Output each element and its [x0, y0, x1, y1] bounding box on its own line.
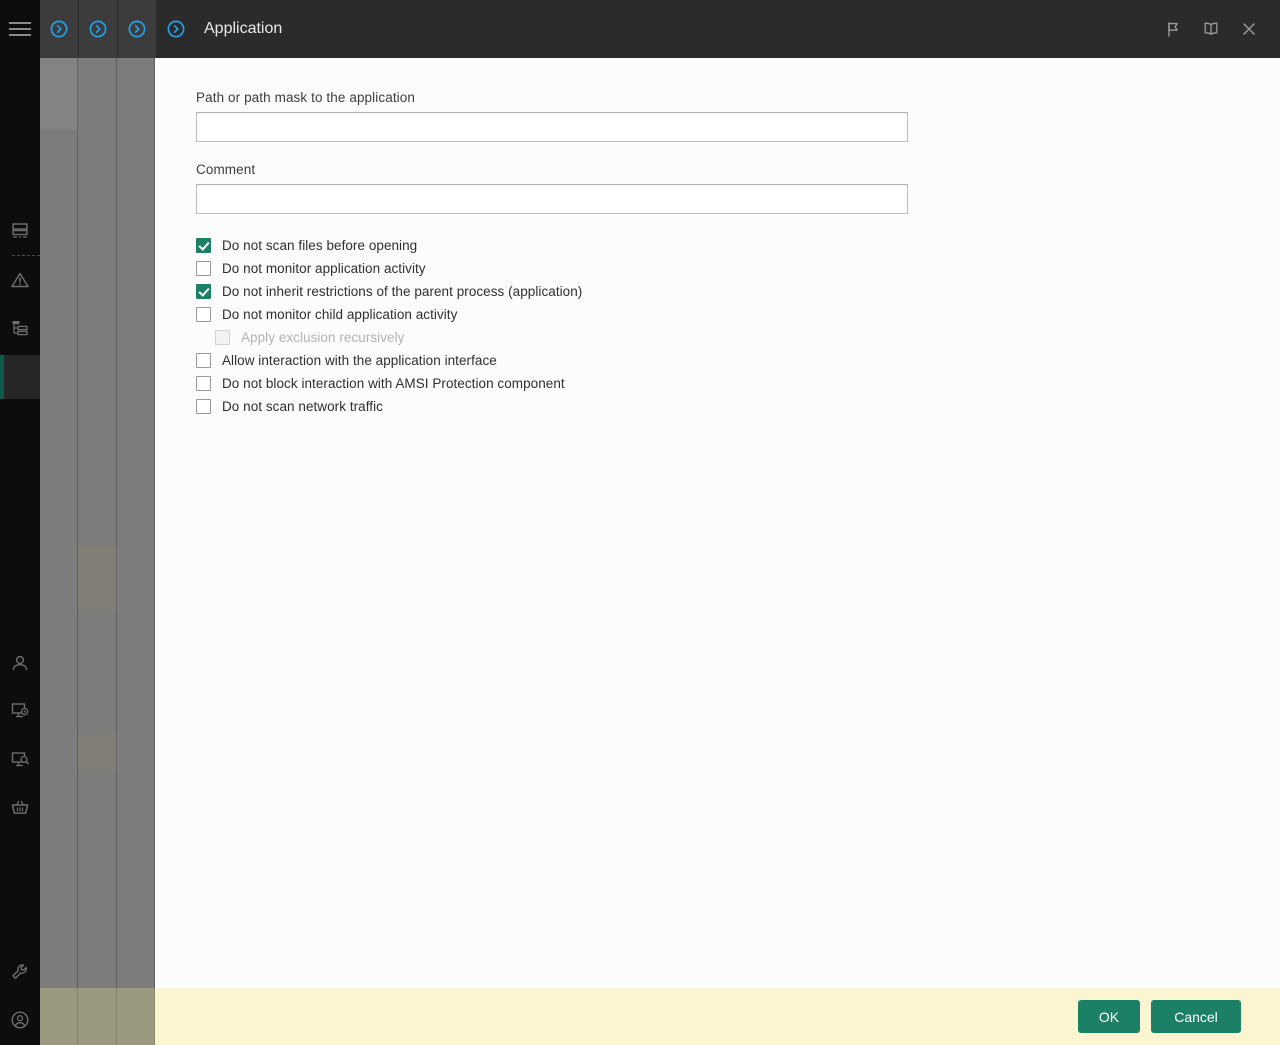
hamburger-menu-button[interactable] — [0, 0, 40, 58]
checkbox-allow-interaction-with-application-interface[interactable]: Allow interaction with the application i… — [196, 349, 1280, 372]
chevron-right-circle-icon — [128, 20, 146, 38]
close-icon — [1243, 23, 1255, 35]
monitor-settings-icon — [10, 700, 30, 720]
dialog-footer: OK Cancel — [155, 988, 1280, 1045]
checkbox-label: Do not block interaction with AMSI Prote… — [222, 376, 565, 391]
breadcrumb-step-2[interactable] — [79, 0, 118, 58]
checkbox-unchecked-icon — [196, 307, 211, 322]
application-window: Application Path or path mask to the app… — [0, 0, 1280, 1045]
sidebar-item-4[interactable] — [0, 689, 40, 731]
sidebar-divider — [12, 255, 40, 256]
checkbox-unchecked-icon — [196, 353, 211, 368]
application-exclusion-dialog: Path or path mask to the application Com… — [155, 0, 1280, 1045]
path-input[interactable] — [196, 112, 908, 142]
background-row-tint-1 — [78, 545, 117, 609]
sidebar-item-7[interactable] — [0, 951, 40, 993]
flag-button[interactable] — [1156, 12, 1190, 46]
sidebar-item-2[interactable] — [0, 307, 40, 349]
checkbox-do-not-inherit-restrictions[interactable]: Do not inherit restrictions of the paren… — [196, 280, 1280, 303]
breadcrumb-step-3[interactable] — [118, 0, 157, 58]
sidebar-selected-accent — [0, 355, 4, 399]
checkbox-do-not-monitor-application-activity[interactable]: Do not monitor application activity — [196, 257, 1280, 280]
wrench-icon — [10, 962, 30, 982]
checkbox-unchecked-icon — [215, 330, 230, 345]
hierarchy-icon — [10, 318, 30, 338]
sidebar-item-6[interactable] — [0, 786, 40, 828]
flag-icon — [1167, 21, 1178, 37]
checkbox-apply-exclusion-recursively: Apply exclusion recursively — [196, 326, 1280, 349]
checkbox-do-not-monitor-child-application-activity[interactable]: Do not monitor child application activit… — [196, 303, 1280, 326]
path-field-label: Path or path mask to the application — [196, 90, 415, 105]
checkbox-do-not-block-amsi-protection[interactable]: Do not block interaction with AMSI Prote… — [196, 372, 1280, 395]
warning-triangle-icon — [10, 270, 30, 290]
server-icon — [10, 220, 30, 240]
sidebar-item-0[interactable] — [0, 209, 40, 251]
breadcrumb-step-1[interactable] — [40, 0, 79, 58]
dimmed-background-panels — [40, 0, 155, 1045]
book-icon — [1204, 22, 1218, 35]
user-icon — [10, 653, 30, 673]
checkbox-label: Do not scan network traffic — [222, 399, 383, 414]
dialog-content: Path or path mask to the application Com… — [155, 58, 1280, 988]
background-row-tint-2 — [78, 735, 117, 769]
modal-title: Application — [204, 20, 283, 37]
close-button[interactable] — [1232, 12, 1266, 46]
checkbox-label: Do not scan files before opening — [222, 238, 418, 253]
help-book-button[interactable] — [1194, 12, 1228, 46]
chevron-right-circle-icon — [50, 20, 68, 38]
checkbox-do-not-scan-files-before-opening[interactable]: Do not scan files before opening — [196, 234, 1280, 257]
checkbox-unchecked-icon — [196, 261, 211, 276]
ok-button[interactable]: OK — [1078, 1000, 1140, 1033]
comment-field-group: Comment — [196, 162, 1280, 214]
titlebar-actions — [1156, 12, 1280, 46]
chevron-right-circle-icon — [167, 20, 185, 38]
checkbox-label: Do not inherit restrictions of the paren… — [222, 284, 583, 299]
checkbox-label: Apply exclusion recursively — [241, 330, 405, 345]
sidebar-item-8[interactable] — [0, 999, 40, 1041]
exclusion-form: Path or path mask to the application Com… — [155, 58, 1280, 418]
checkbox-label: Do not monitor child application activit… — [222, 307, 458, 322]
background-footer-tint — [40, 988, 155, 1045]
checkbox-unchecked-icon — [196, 399, 211, 414]
checkbox-unchecked-icon — [196, 376, 211, 391]
checkbox-label: Do not monitor application activity — [222, 261, 426, 276]
basket-icon — [10, 797, 30, 817]
breadcrumb-step-4-current[interactable] — [157, 0, 195, 58]
sidebar-item-1[interactable] — [0, 259, 40, 301]
cancel-button[interactable]: Cancel — [1151, 1000, 1241, 1033]
chevron-right-circle-icon — [89, 20, 107, 38]
checkbox-do-not-scan-network-traffic[interactable]: Do not scan network traffic — [196, 395, 1280, 418]
background-column-3 — [117, 0, 155, 1045]
exclusion-options-list: Do not scan files before opening Do not m… — [196, 234, 1280, 418]
monitor-search-icon — [10, 749, 30, 769]
comment-field-label: Comment — [196, 162, 256, 177]
modal-titlebar: Application — [0, 0, 1280, 58]
account-circle-icon — [10, 1010, 30, 1030]
background-row-highlight — [40, 58, 78, 130]
path-field-group: Path or path mask to the application — [196, 90, 1280, 142]
background-column-2 — [78, 0, 117, 1045]
checkbox-label: Allow interaction with the application i… — [222, 353, 497, 368]
app-sidebar — [0, 0, 40, 1045]
sidebar-item-3[interactable] — [0, 642, 40, 684]
sidebar-selected-row — [0, 355, 40, 399]
checkbox-checked-icon — [196, 284, 211, 299]
sidebar-item-5[interactable] — [0, 738, 40, 780]
checkbox-checked-icon — [196, 238, 211, 253]
comment-input[interactable] — [196, 184, 908, 214]
hamburger-menu-icon — [9, 18, 31, 40]
background-column-1 — [40, 0, 78, 1045]
